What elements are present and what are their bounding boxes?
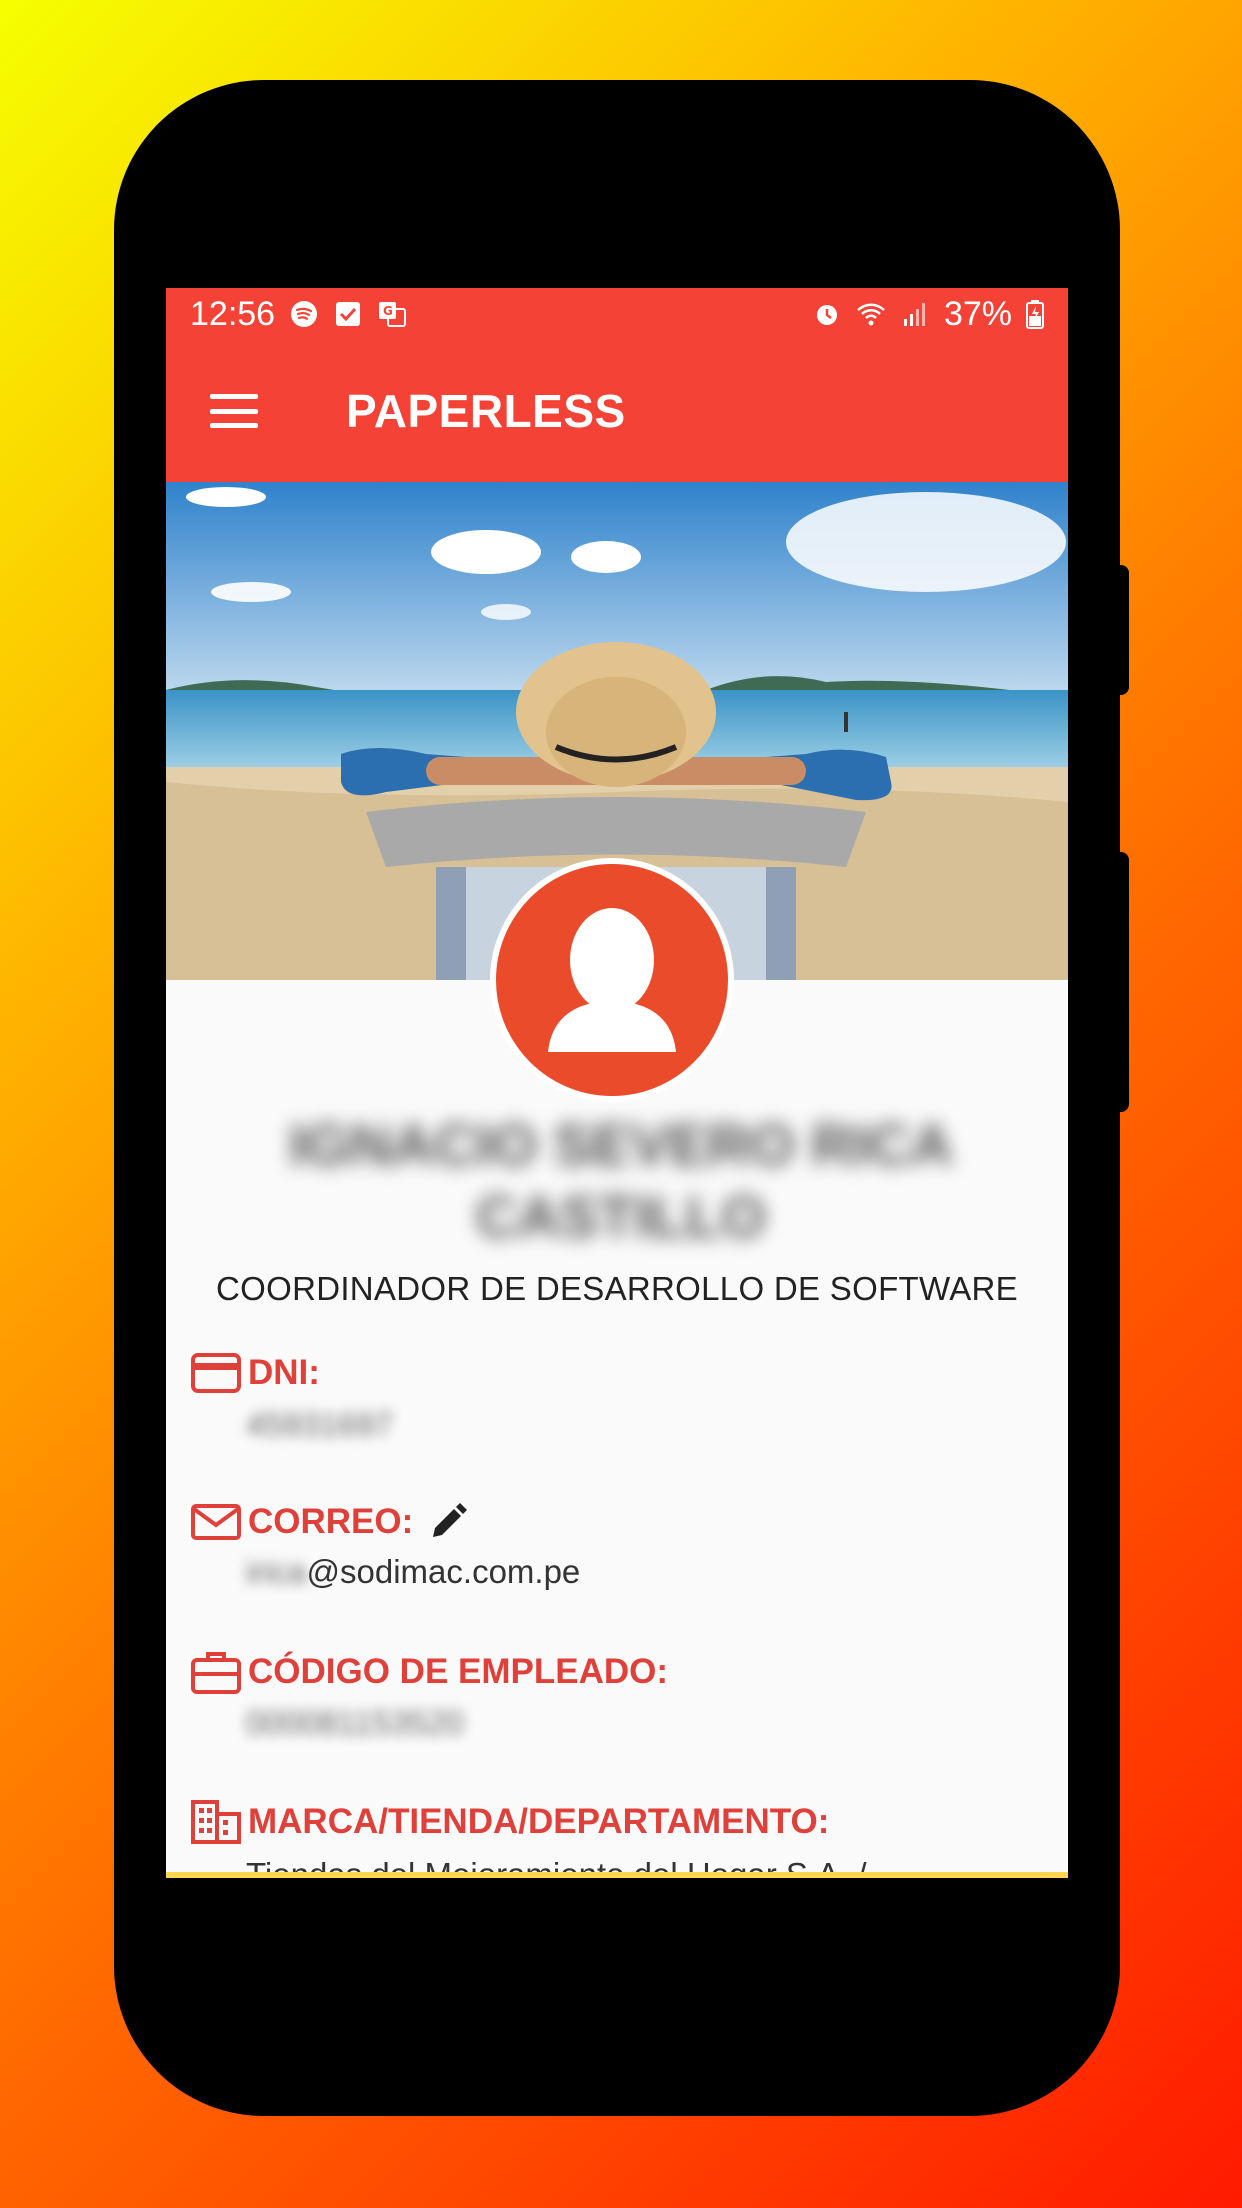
svg-text:G: G — [383, 304, 393, 318]
spotify-icon — [291, 301, 318, 327]
battery-charging-icon — [1026, 300, 1044, 329]
correo-label-row: CORREO: — [190, 1499, 471, 1545]
power-button — [1118, 852, 1129, 1112]
wifi-icon — [857, 303, 885, 326]
app-screen: 12:56 G 37% PAPERLESS IGNACIO SEVERO RIC… — [166, 288, 1068, 1878]
checkbox-icon — [336, 302, 361, 326]
correo-label: CORREO: — [248, 1502, 414, 1541]
battery-percent: 37% — [943, 294, 1012, 333]
correo-user: irica — [246, 1553, 307, 1590]
app-title: PAPERLESS — [346, 385, 626, 437]
alarm-icon — [816, 305, 837, 325]
codigo-value: 000081153520 — [246, 1704, 464, 1741]
dni-value: 45931697 — [246, 1406, 393, 1443]
briefcase-icon — [191, 1652, 241, 1694]
signal-icon — [903, 303, 925, 326]
mail-icon — [191, 1504, 241, 1540]
marca-label-row: MARCA/TIENDA/DEPARTAMENTO: — [190, 1798, 829, 1846]
scroll-edge-indicator — [166, 1872, 1068, 1878]
employee-name: IGNACIO SEVERO RICA CASTILLO — [289, 1113, 953, 1250]
dni-label-row: DNI: — [190, 1351, 320, 1395]
status-time: 12:56 — [190, 294, 276, 333]
menu-icon[interactable] — [210, 394, 258, 428]
translate-icon: G — [379, 302, 407, 327]
codigo-label: CÓDIGO DE EMPLEADO: — [248, 1652, 669, 1691]
dni-label: DNI: — [248, 1353, 320, 1392]
correo-domain: @sodimac.com.pe — [306, 1553, 581, 1590]
avatar[interactable] — [490, 858, 734, 1102]
codigo-label-row: CÓDIGO DE EMPLEADO: — [190, 1648, 668, 1696]
marca-label: MARCA/TIENDA/DEPARTAMENTO: — [248, 1802, 830, 1841]
status-bar: 12:56 G 37% — [166, 288, 1068, 340]
card-icon — [191, 1353, 241, 1393]
volume-button — [1118, 565, 1129, 695]
app-bar: PAPERLESS — [166, 340, 1068, 482]
building-icon — [191, 1800, 241, 1844]
pencil-icon[interactable] — [425, 1499, 471, 1545]
correo-value: irica@sodimac.com.pe — [246, 1553, 580, 1591]
user-silhouette-icon — [548, 908, 676, 1052]
job-title: COORDINADOR DE DESARROLLO DE SOFTWARE — [216, 1270, 1018, 1307]
